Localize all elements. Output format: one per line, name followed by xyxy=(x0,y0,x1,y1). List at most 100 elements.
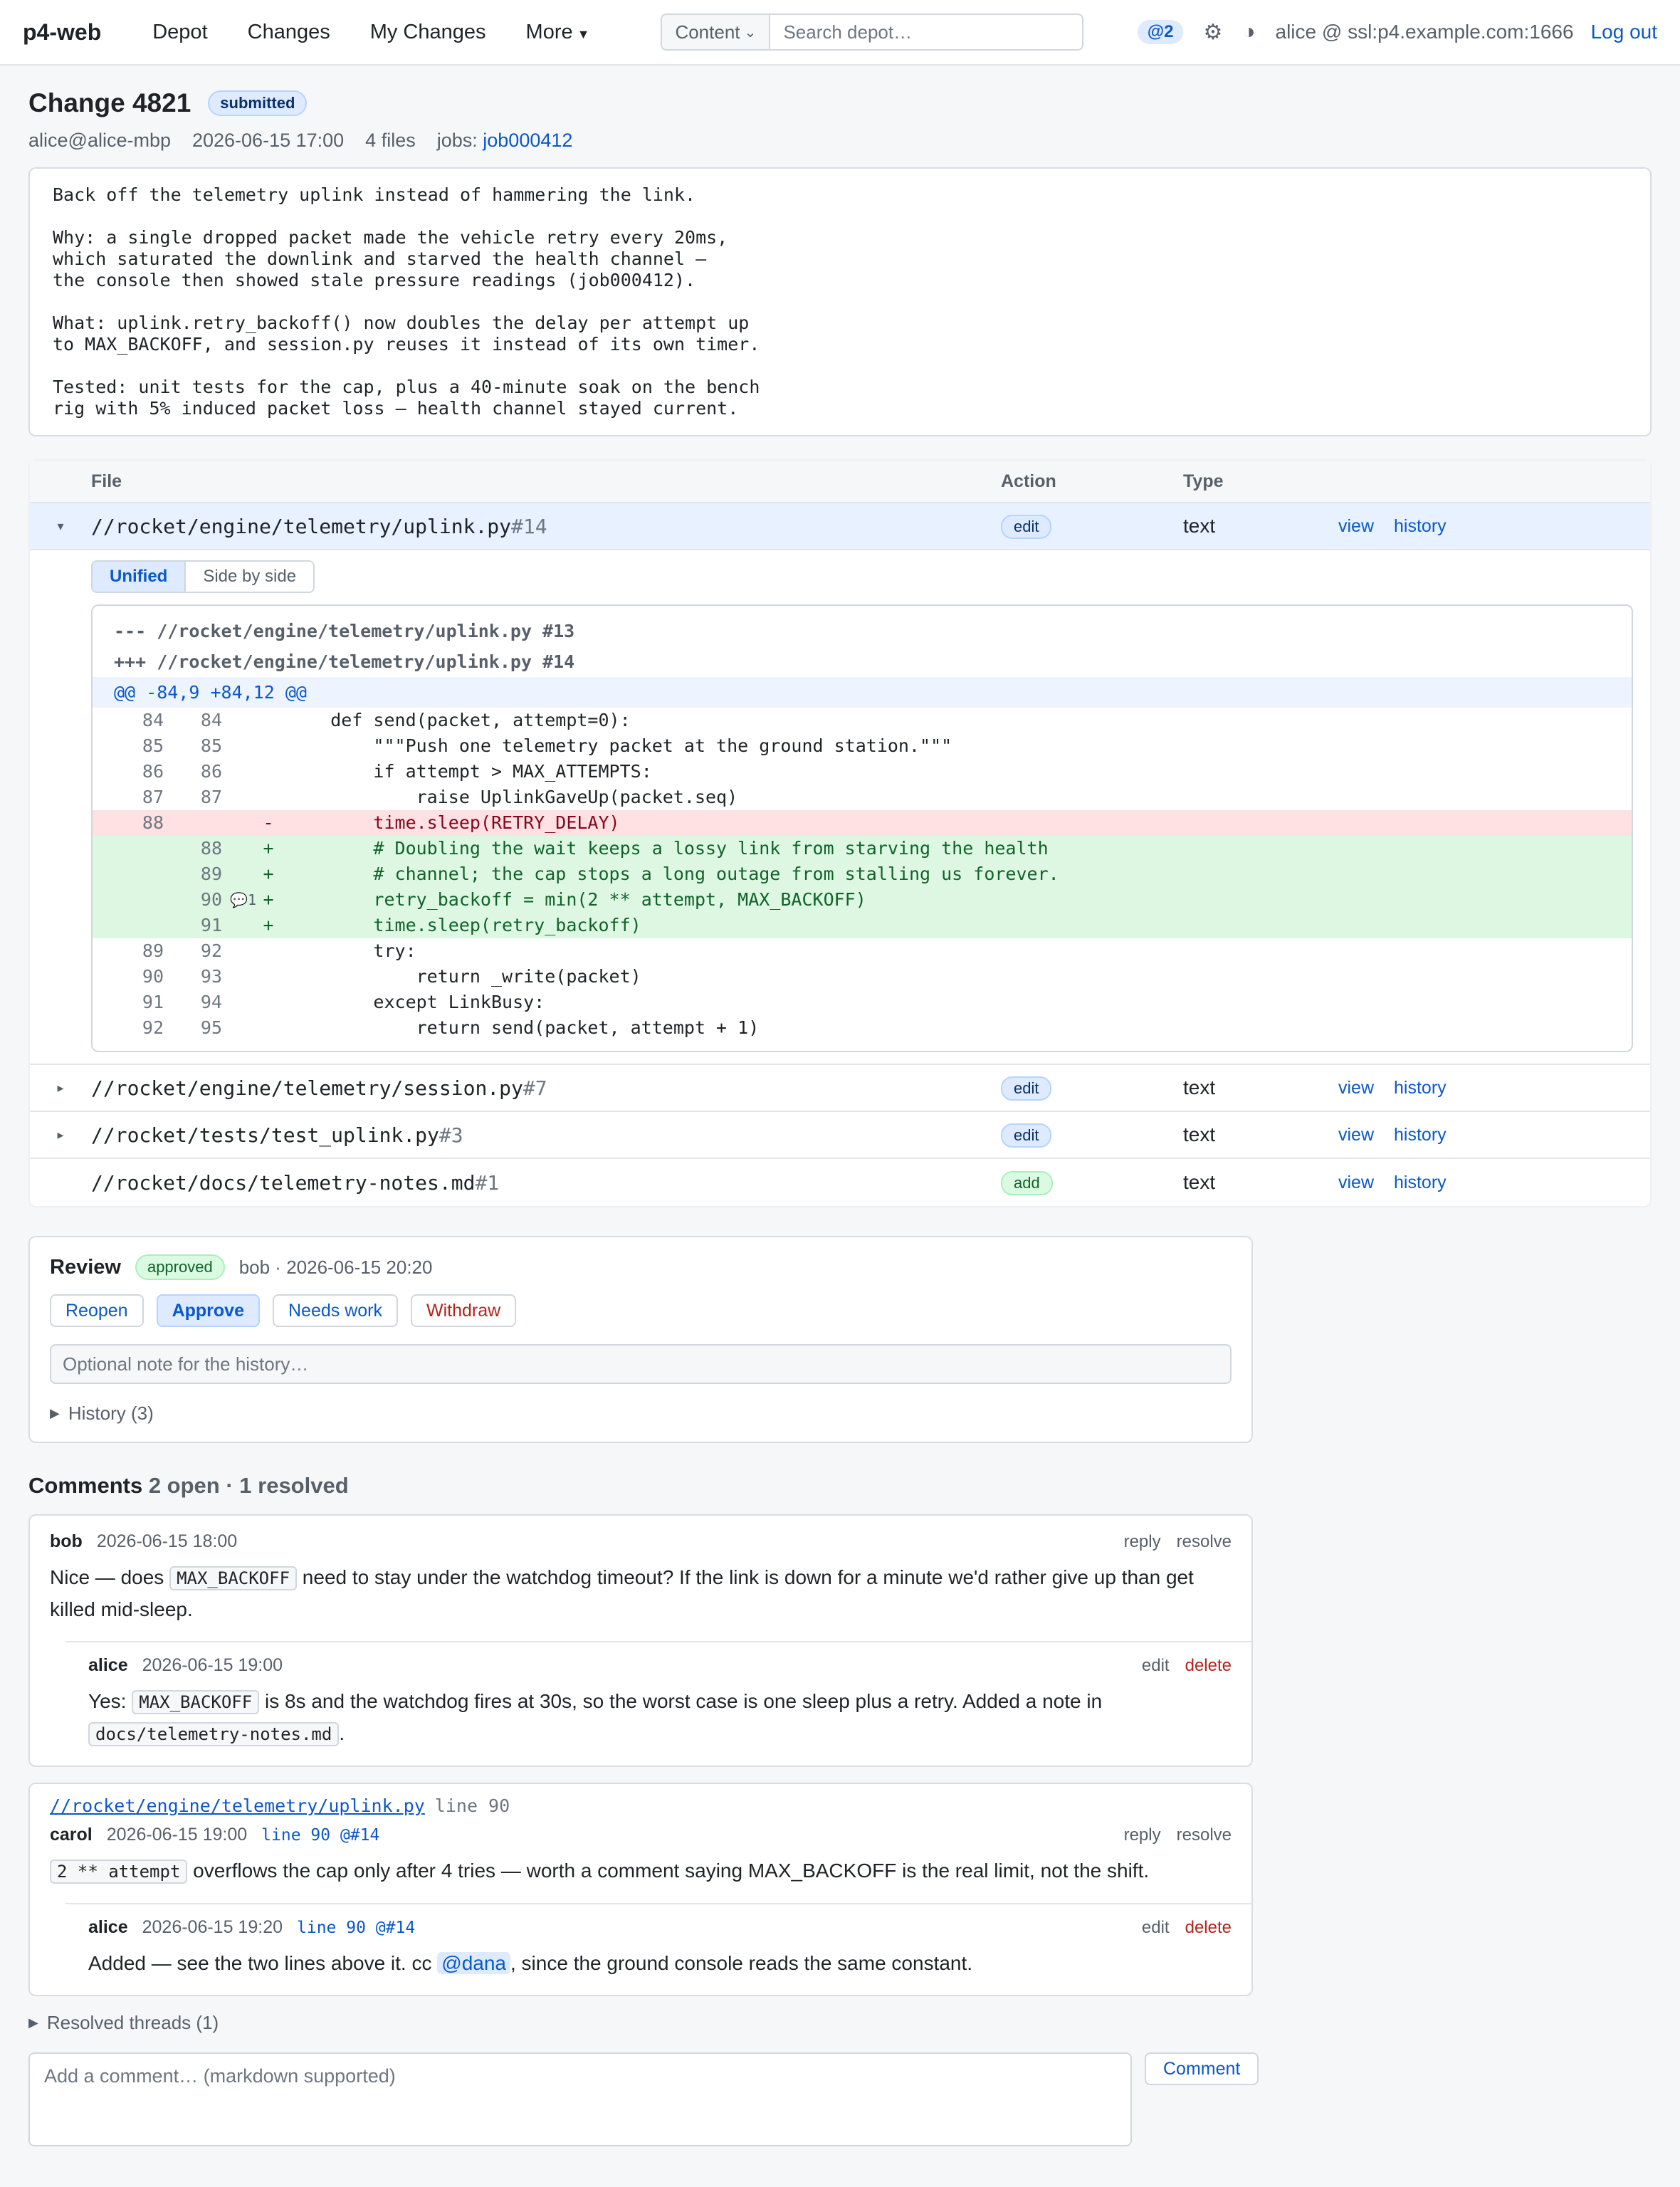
approve-button[interactable]: Approve xyxy=(156,1294,260,1327)
diff-line[interactable]: 88 + # Doubling the wait keeps a lossy li… xyxy=(93,836,1632,861)
history-link[interactable]: history xyxy=(1394,1173,1447,1193)
comment-reply: alice 2026-06-15 19:00 edit delete Yes: M… xyxy=(65,1641,1251,1766)
reply-button[interactable]: reply xyxy=(1124,1825,1161,1845)
theme-toggle-icon[interactable]: ◑ xyxy=(1242,20,1255,44)
new-comment-textarea[interactable]: Add a comment… (markdown supported) xyxy=(28,2052,1132,2146)
action-badge: add xyxy=(1001,1170,1053,1195)
line-ref-link[interactable]: line 90 @#14 xyxy=(261,1826,379,1845)
comment-body: Nice — does MAX_BACKOFF need to stay und… xyxy=(50,1562,1232,1625)
diff-line[interactable]: 87 87 raise UplinkGaveUp(packet.seq) xyxy=(93,785,1632,810)
diff-line[interactable]: 90 💬1 + retry_backoff = min(2 ** attempt, … xyxy=(93,887,1632,913)
diff-line[interactable]: 92 95 return send(packet, attempt + 1) xyxy=(93,1015,1632,1041)
diff-line[interactable]: 91 94 except LinkBusy: xyxy=(93,990,1632,1015)
nav-my-changes[interactable]: My Changes xyxy=(370,21,486,44)
expand-toggle-icon[interactable]: ▸ xyxy=(30,1081,91,1096)
file-path[interactable]: //rocket/docs/telemetry-notes.md#1 xyxy=(91,1171,1001,1195)
new-line-number: 92 xyxy=(200,940,222,961)
diff-lines: 84 84 def send(packet, attempt=0): 85 85 ""… xyxy=(93,708,1632,1041)
file-path[interactable]: //rocket/tests/test_uplink.py#3 xyxy=(91,1123,1001,1147)
old-line-number: 84 xyxy=(142,710,164,730)
comment-marker-icon xyxy=(222,1015,256,1041)
expand-toggle-icon[interactable]: ▸ xyxy=(30,1128,91,1143)
user-mention[interactable]: @dana xyxy=(437,1952,510,1974)
comment-marker-icon xyxy=(222,913,256,938)
code-text: def send(packet, attempt=0): xyxy=(288,710,631,730)
history-link[interactable]: history xyxy=(1394,516,1447,537)
view-link[interactable]: view xyxy=(1338,1173,1374,1193)
history-link[interactable]: history xyxy=(1394,1078,1447,1098)
diff-line[interactable]: 88 - time.sleep(RETRY_DELAY) xyxy=(93,810,1632,836)
edit-button[interactable]: edit xyxy=(1142,1656,1170,1676)
view-link[interactable]: view xyxy=(1338,1125,1374,1145)
file-row[interactable]: ▸ //rocket/engine/telemetry/session.py#7… xyxy=(30,1065,1650,1112)
reopen-button[interactable]: Reopen xyxy=(50,1294,144,1327)
file-row[interactable]: ▸ //rocket/tests/test_uplink.py#3 edit t… xyxy=(30,1112,1650,1159)
diff-line[interactable]: 89 92 try: xyxy=(93,938,1632,964)
needs-work-button[interactable]: Needs work xyxy=(272,1294,398,1327)
code-text: # Doubling the wait keeps a lossy link f… xyxy=(288,838,1049,859)
diff-sign xyxy=(256,785,280,810)
old-line-number: 89 xyxy=(142,940,164,961)
new-line-number: 86 xyxy=(200,761,222,782)
history-link[interactable]: history xyxy=(1394,1125,1447,1145)
file-row[interactable]: //rocket/docs/telemetry-notes.md#1 add t… xyxy=(30,1159,1650,1206)
diff-line[interactable]: 85 85 """Push one telemetry packet at the… xyxy=(93,733,1632,759)
thread-file-ref: //rocket/engine/telemetry/uplink.py line… xyxy=(30,1795,1251,1825)
diff-sign xyxy=(256,759,280,785)
edit-button[interactable]: edit xyxy=(1142,1918,1170,1938)
history-disclosure[interactable]: ▶ History (3) xyxy=(50,1402,1232,1425)
view-link[interactable]: view xyxy=(1338,516,1374,537)
comment-submit-button[interactable]: Comment xyxy=(1145,2052,1259,2085)
old-line-number: 86 xyxy=(142,761,164,782)
code-text: """Push one telemetry packet at the grou… xyxy=(288,735,952,756)
inline-code: docs/telemetry-notes.md xyxy=(88,1722,340,1746)
search-scope-select[interactable]: Content ⌄ xyxy=(662,15,771,49)
diff-line[interactable]: 86 86 if attempt > MAX_ATTEMPTS: xyxy=(93,759,1632,785)
view-link[interactable]: view xyxy=(1338,1078,1374,1098)
nav-depot[interactable]: Depot xyxy=(152,21,207,44)
diff-sign xyxy=(256,733,280,759)
file-row[interactable]: ▾ //rocket/engine/telemetry/uplink.py#14… xyxy=(30,503,1650,550)
gear-icon[interactable]: ⚙ xyxy=(1203,20,1222,45)
file-path[interactable]: //rocket/engine/telemetry/uplink.py#14 xyxy=(91,515,1001,538)
comment-author: alice xyxy=(88,1917,128,1937)
diff-sign: + xyxy=(263,915,274,935)
line-ref-link[interactable]: line 90 @#14 xyxy=(297,1919,415,1937)
review-meta: bob · 2026-06-15 20:20 xyxy=(238,1256,433,1278)
logout-link[interactable]: Log out xyxy=(1591,21,1657,43)
code-text: # channel; the cap stops a long outage f… xyxy=(288,864,1059,884)
code-text: return _write(packet) xyxy=(288,966,641,987)
delete-button[interactable]: delete xyxy=(1185,1918,1232,1938)
resolve-button[interactable]: resolve xyxy=(1177,1532,1232,1552)
withdraw-button[interactable]: Withdraw xyxy=(410,1294,517,1327)
file-path[interactable]: //rocket/engine/telemetry/session.py#7 xyxy=(91,1076,1001,1100)
collapse-toggle-icon[interactable]: ▾ xyxy=(30,519,91,534)
diff-line[interactable]: 89 + # channel; the cap stops a long outa… xyxy=(93,861,1632,887)
file-count: 4 files xyxy=(365,130,416,151)
delete-button[interactable]: delete xyxy=(1185,1656,1232,1676)
diff-line[interactable]: 91 + time.sleep(retry_backoff) xyxy=(93,913,1632,938)
inline-code: 2 ** attempt xyxy=(50,1860,188,1884)
diff-line[interactable]: 90 93 return _write(packet) xyxy=(93,964,1632,990)
search-input[interactable]: Search depot… xyxy=(770,15,1083,49)
mentions-badge[interactable]: @2 xyxy=(1137,20,1184,44)
resolve-button[interactable]: resolve xyxy=(1177,1825,1232,1845)
diff-sign xyxy=(256,990,280,1015)
brand-logo[interactable]: p4-web xyxy=(23,19,101,46)
mode-unified[interactable]: Unified xyxy=(93,562,187,592)
review-note-input[interactable]: Optional note for the history… xyxy=(50,1344,1232,1384)
change-date: 2026-06-15 17:00 xyxy=(191,130,345,151)
mode-side-by-side[interactable]: Side by side xyxy=(186,562,314,592)
diff-line[interactable]: 84 84 def send(packet, attempt=0): xyxy=(93,708,1632,733)
thread-file-link[interactable]: //rocket/engine/telemetry/uplink.py xyxy=(50,1795,425,1816)
job-link[interactable]: job000412 xyxy=(483,130,572,151)
comments-title: Comments xyxy=(28,1473,143,1498)
nav-changes[interactable]: Changes xyxy=(248,21,330,44)
comment-marker-icon[interactable]: 💬1 xyxy=(222,887,256,913)
resolved-threads-disclosure[interactable]: ▶ Resolved threads (1) xyxy=(28,2012,1652,2034)
reply-button[interactable]: reply xyxy=(1124,1532,1161,1552)
nav-more[interactable]: More ▼ xyxy=(526,21,590,44)
new-line-number: 87 xyxy=(200,787,222,807)
diff-view: --- //rocket/engine/telemetry/uplink.py … xyxy=(91,604,1633,1052)
new-line-number: 89 xyxy=(200,864,222,884)
